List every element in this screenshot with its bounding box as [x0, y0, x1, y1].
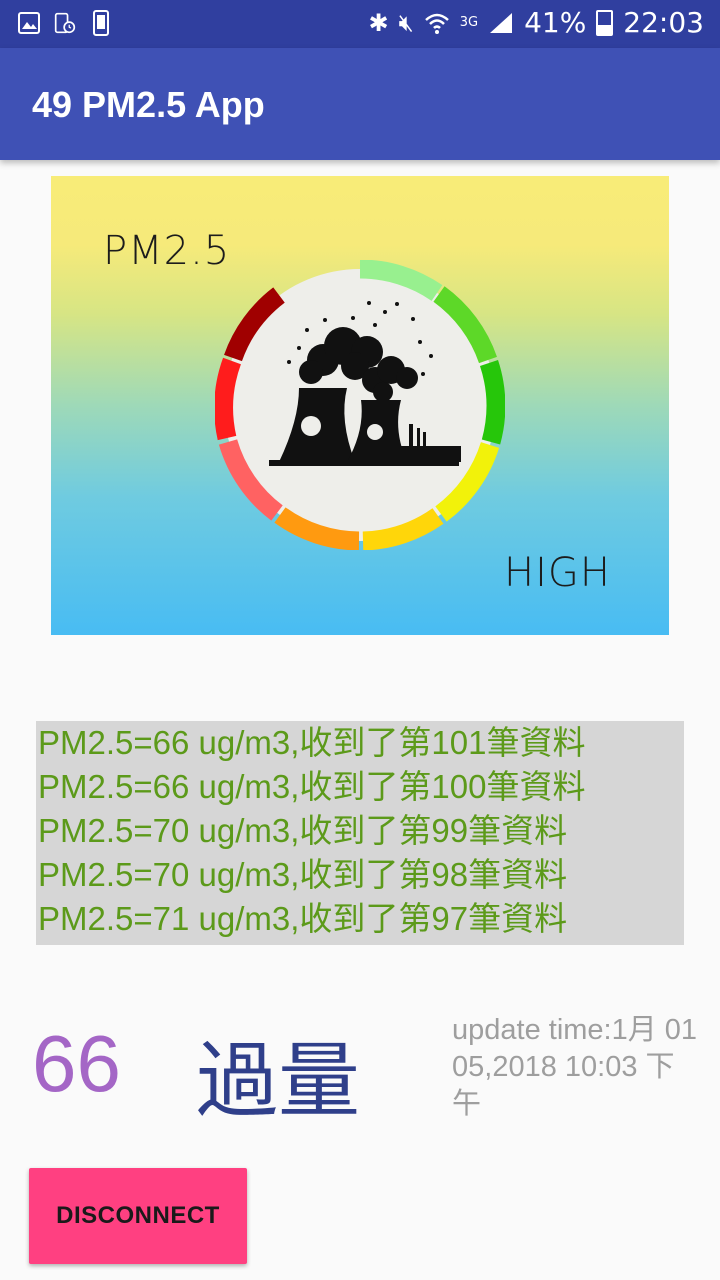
device-notification-icon: [93, 10, 109, 36]
tablet-clock-notification-icon: [54, 12, 76, 34]
pm25-value: 66: [32, 1019, 121, 1108]
network-type: 3G: [459, 15, 479, 30]
log-line: PM2.5=66 ug/m3,收到了第100筆資料: [38, 768, 586, 805]
log-line: PM2.5=70 ug/m3,收到了第98筆資料: [38, 856, 568, 893]
signal-icon: [490, 12, 513, 33]
notification-icons: [18, 10, 112, 36]
image-notification-icon: [18, 12, 40, 34]
log-line: PM2.5=70 ug/m3,收到了第99筆資料: [38, 812, 568, 849]
mute-icon: 🔇︎: [398, 8, 414, 37]
hero-top-label: PM2.5: [103, 228, 231, 274]
log-line: PM2.5=66 ug/m3,收到了第101筆資料: [38, 724, 586, 761]
gauge-segment-darkgreen: [479, 360, 505, 445]
gauge-segment-red: [215, 357, 241, 441]
battery-icon: [596, 9, 614, 36]
status-bar: ✱ 🔇︎ 3G 41% 22:03: [0, 0, 720, 48]
wifi-icon: [424, 13, 449, 34]
battery-percent: 41%: [524, 6, 587, 39]
bluetooth-icon: ✱: [368, 8, 389, 37]
clock: 22:03: [623, 6, 704, 39]
pm25-status: 過量: [196, 1036, 361, 1127]
system-icons: ✱ 🔇︎ 3G 41% 22:03: [368, 6, 704, 39]
data-log: PM2.5=66 ug/m3,收到了第101筆資料 PM2.5=66 ug/m3…: [36, 721, 684, 945]
pm25-gauge-image: PM2.5 HIGH: [51, 176, 669, 635]
disconnect-button[interactable]: DISCONNECT: [29, 1168, 247, 1264]
app-bar: 49 PM2.5 App: [0, 48, 720, 160]
app-title: 49 PM2.5 App: [32, 84, 265, 125]
pollution-gauge: [215, 260, 505, 550]
hero-bottom-label: HIGH: [504, 550, 611, 596]
log-line: PM2.5=71 ug/m3,收到了第97筆資料: [38, 900, 568, 937]
update-time: update time:1月 01 05,2018 10:03 下午: [452, 1014, 698, 1120]
